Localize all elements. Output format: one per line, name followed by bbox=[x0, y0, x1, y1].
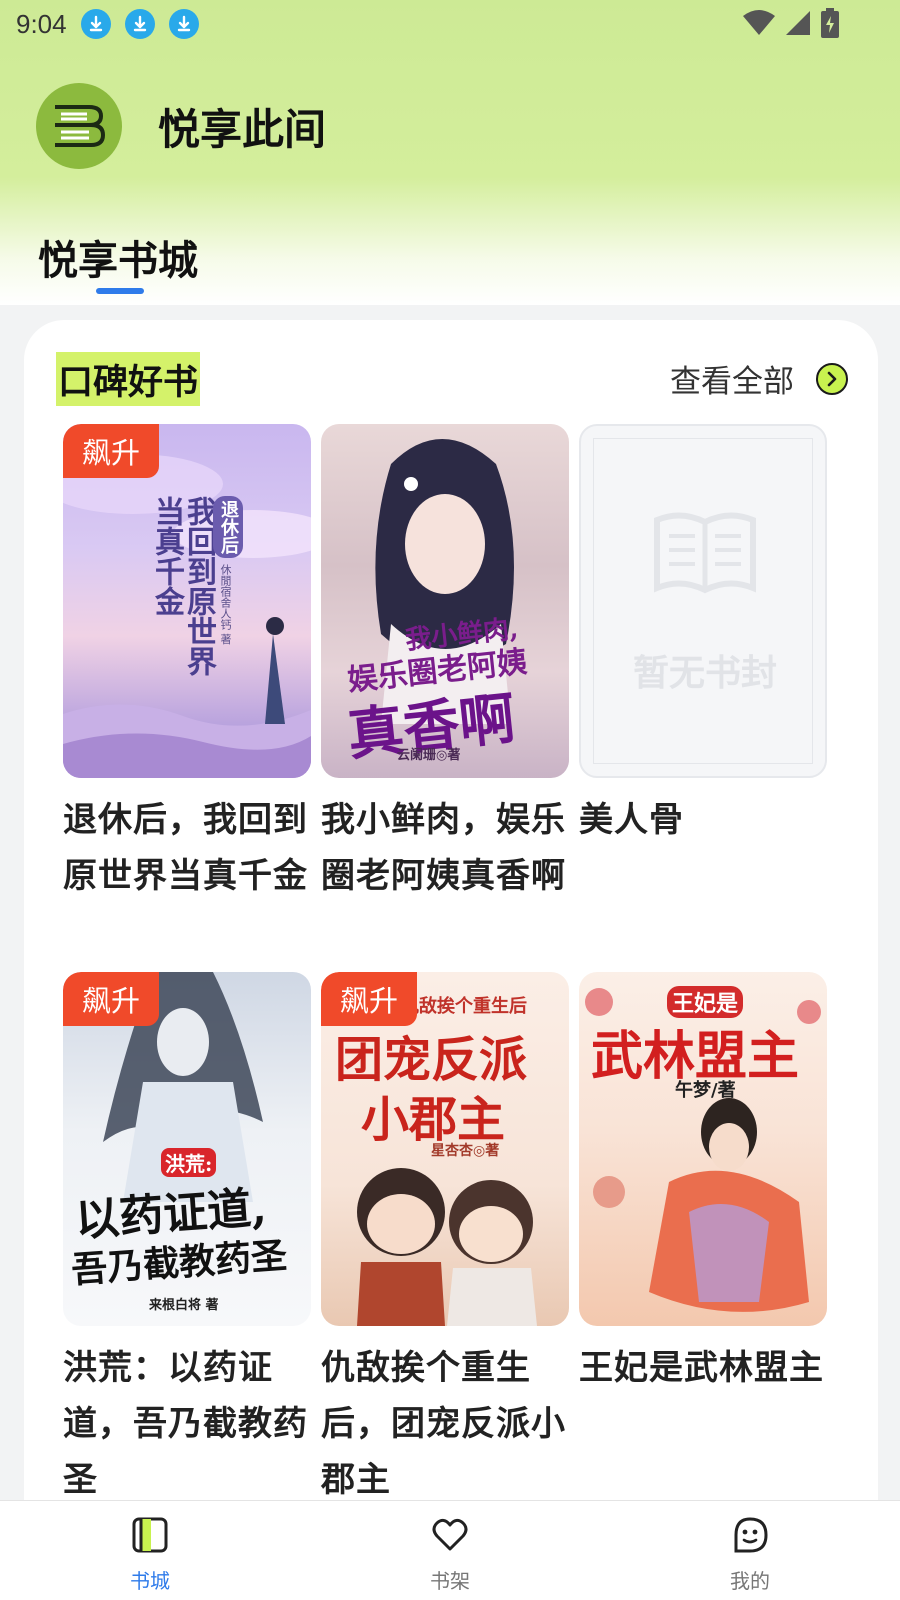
book-title[interactable]: 退休后，我回到原世界当真千金 bbox=[63, 792, 311, 904]
book-title[interactable]: 仇敌挨个重生后，团宠反派小郡主 bbox=[321, 1340, 569, 1508]
cover-author: 云阑珊◎著 bbox=[397, 748, 461, 763]
view-all-button[interactable]: 查看全部 bbox=[670, 356, 848, 401]
book-cover[interactable]: 当真千金 我回到原世界 退休后 休閒宿舍人钙 著 飙升 bbox=[63, 424, 311, 778]
download-icon bbox=[168, 9, 199, 39]
book-title[interactable]: 美人骨 bbox=[579, 792, 827, 848]
tab-bookstore[interactable]: 悦享书城 bbox=[38, 228, 198, 286]
cover-author: 来根白将 著 bbox=[149, 1298, 219, 1313]
bookstore-icon bbox=[130, 1515, 170, 1559]
trending-badge: 飙升 bbox=[63, 424, 159, 478]
book-logo-icon bbox=[36, 83, 122, 169]
download-icon bbox=[124, 9, 155, 39]
section-title: 口碑好书 bbox=[56, 352, 201, 406]
chevron-right-icon bbox=[816, 362, 848, 395]
download-icon bbox=[80, 9, 111, 39]
cover-title-text: 仇敌挨个重生后 bbox=[401, 996, 527, 1017]
book-cover[interactable]: 我小鲜肉, 娱乐圈老阿姨 真香啊 云阑珊◎著 bbox=[321, 424, 569, 778]
status-bar: 9:04 bbox=[0, 0, 900, 48]
book-cover[interactable]: 仇敌挨个重生后 团宠反派 小郡主 星杏杏◎著 飙升 bbox=[321, 972, 569, 1326]
nav-label: 书架 bbox=[430, 1569, 470, 1593]
book-item[interactable]: 洪荒: 以药证道, 吾乃截教药圣 来根白将 著 飙升 洪荒：以药证道，吾乃截教药… bbox=[63, 972, 311, 1508]
heart-icon bbox=[430, 1515, 470, 1559]
book-item[interactable]: 仇敌挨个重生后 团宠反派 小郡主 星杏杏◎著 飙升 仇敌挨个重生后，团宠反派小郡… bbox=[321, 972, 569, 1508]
book-item[interactable]: 王妃是 武林盟主 午梦/著 王妃是武林盟主 bbox=[579, 972, 827, 1396]
signal-icon bbox=[784, 9, 812, 41]
book-title[interactable]: 王妃是武林盟主 bbox=[579, 1340, 827, 1396]
cover-author: 星杏杏◎著 bbox=[431, 1143, 500, 1159]
recommend-card: 口碑好书 查看全部 当真千金 我回到原世界 退休后 休閒宿舍人钙 著 飙升 退休… bbox=[24, 320, 878, 1520]
cover-title-text: 洪荒: bbox=[161, 1148, 217, 1177]
app-header: 悦享此间 bbox=[36, 83, 326, 169]
trending-badge: 飙升 bbox=[63, 972, 159, 1026]
nav-label: 书城 bbox=[130, 1569, 170, 1593]
open-book-icon bbox=[654, 512, 756, 594]
tab-active-indicator bbox=[96, 288, 144, 294]
book-item[interactable]: 当真千金 我回到原世界 退休后 休閒宿舍人钙 著 飙升 退休后，我回到原世界当真… bbox=[63, 424, 311, 904]
cover-author: 午梦/著 bbox=[675, 1080, 736, 1101]
profile-face-icon bbox=[730, 1515, 770, 1559]
book-item[interactable]: 我小鲜肉, 娱乐圈老阿姨 真香啊 云阑珊◎著 我小鲜肉，娱乐圈老阿姨真香啊 bbox=[321, 424, 569, 904]
view-all-label: 查看全部 bbox=[670, 364, 794, 400]
book-cover[interactable]: 王妃是 武林盟主 午梦/著 bbox=[579, 972, 827, 1326]
cover-title-text: 我回到原世界 bbox=[181, 496, 216, 676]
nav-label: 我的 bbox=[730, 1569, 770, 1593]
book-title[interactable]: 洪荒：以药证道，吾乃截教药圣 bbox=[63, 1340, 311, 1508]
nav-item-bookstore[interactable]: 书城 bbox=[90, 1515, 210, 1594]
no-cover-text: 暂无书封 bbox=[632, 652, 777, 694]
status-time: 9:04 bbox=[16, 8, 67, 39]
book-cover[interactable]: 洪荒: 以药证道, 吾乃截教药圣 来根白将 著 飙升 bbox=[63, 972, 311, 1326]
battery-icon bbox=[820, 8, 840, 42]
cover-author: 休閒宿舍人钙 著 bbox=[219, 564, 232, 645]
book-title[interactable]: 我小鲜肉，娱乐圈老阿姨真香啊 bbox=[321, 792, 569, 904]
nav-item-mine[interactable]: 我的 bbox=[690, 1515, 810, 1594]
app-title: 悦享此间 bbox=[158, 104, 327, 154]
cover-title-text: 退休后 bbox=[213, 496, 243, 558]
book-cover-placeholder[interactable]: 暂无书封 bbox=[579, 424, 827, 778]
cover-title-text: 当真千金 bbox=[149, 496, 184, 616]
book-item[interactable]: 暂无书封 美人骨 bbox=[579, 424, 827, 848]
trending-badge: 飙升 bbox=[321, 972, 417, 1026]
nav-item-bookshelf[interactable]: 书架 bbox=[390, 1515, 510, 1594]
wifi-icon bbox=[742, 9, 776, 41]
bottom-nav: 书城 书架 我的 bbox=[0, 1500, 900, 1600]
